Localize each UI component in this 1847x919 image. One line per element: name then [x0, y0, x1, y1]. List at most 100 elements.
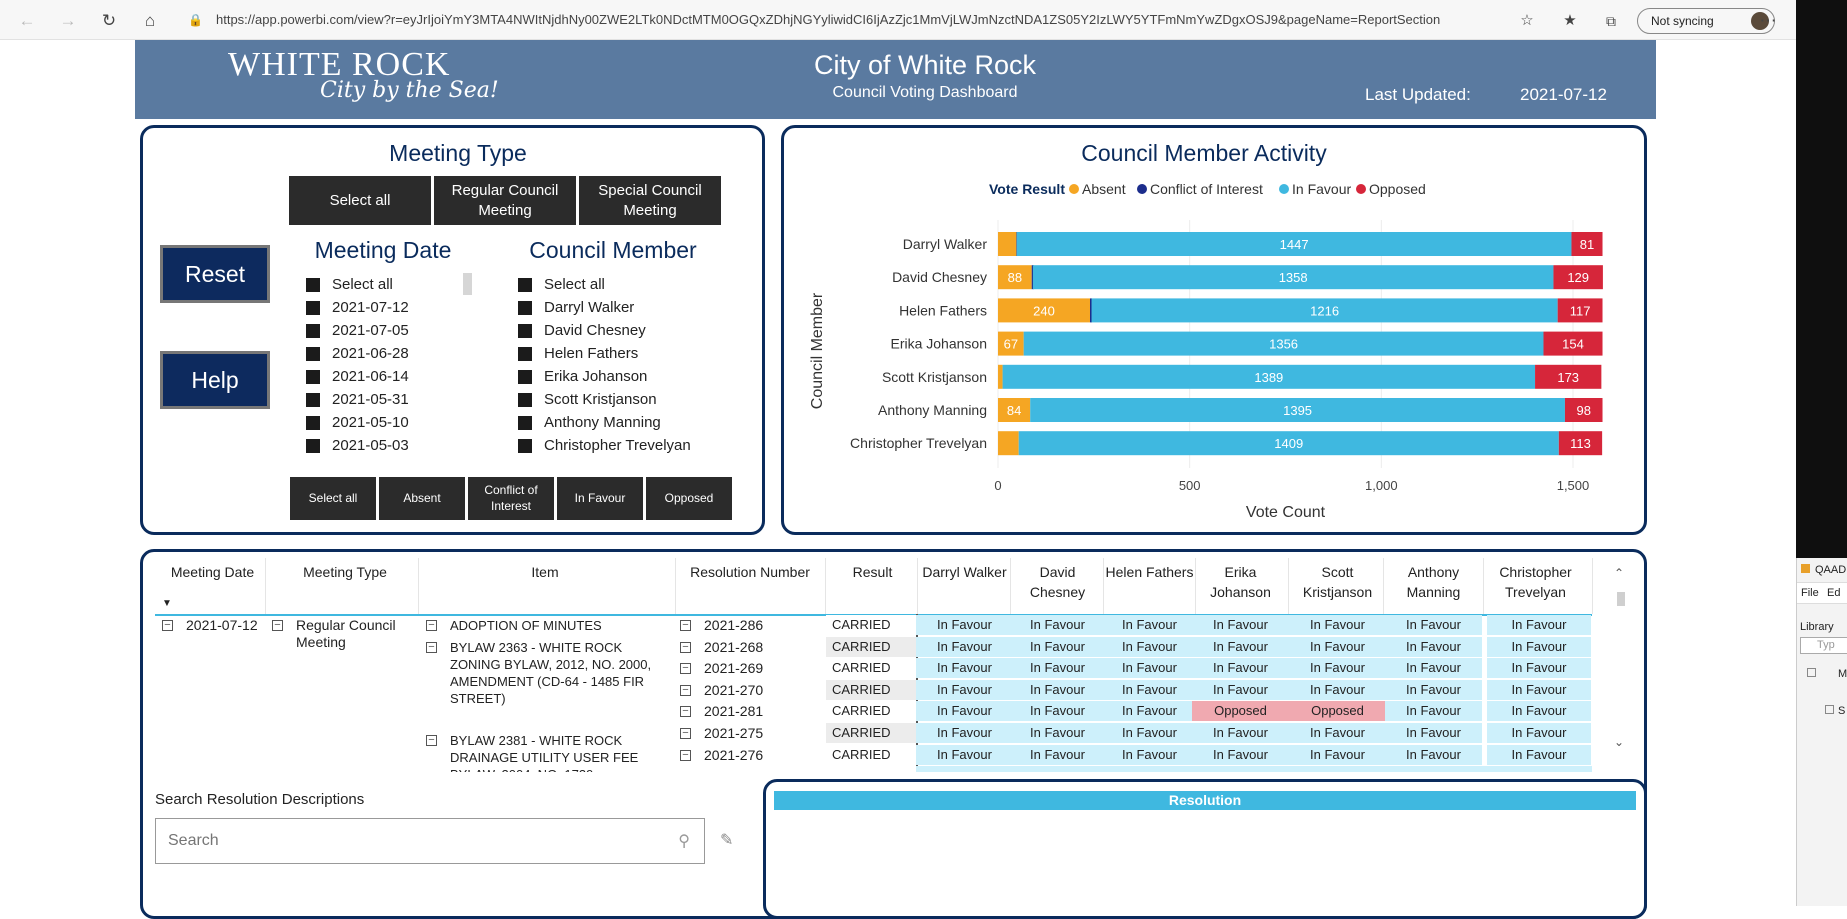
checkbox[interactable]: [518, 324, 532, 338]
vote-cell: In Favour: [916, 723, 1013, 743]
favorites-icon[interactable]: ★: [1559, 10, 1581, 32]
column-header[interactable]: Meeting Date: [155, 562, 270, 582]
tree-item[interactable]: S: [1838, 705, 1845, 717]
meeting-type-special[interactable]: Special Council Meeting: [579, 176, 721, 225]
checkbox[interactable]: [518, 439, 532, 453]
collections-icon[interactable]: ⧉: [1600, 10, 1622, 32]
meeting-date-label: 2021-06-14: [332, 368, 409, 385]
checkbox[interactable]: [306, 393, 320, 407]
eraser-icon[interactable]: ✎: [720, 830, 733, 850]
column-header[interactable]: Anthony Manning: [1389, 562, 1478, 602]
help-button[interactable]: Help: [160, 351, 270, 409]
column-header[interactable]: Christopher Trevelyan: [1491, 562, 1580, 602]
collapse-icon[interactable]: −: [426, 620, 437, 631]
vote-cell: In Favour: [1009, 723, 1106, 743]
side-app-title: QAAD: [1815, 564, 1847, 576]
table-scroll-down[interactable]: ⌄: [1614, 735, 1624, 749]
bar-segment[interactable]: [998, 431, 1019, 456]
meeting-type-select-all[interactable]: Select all: [289, 176, 431, 225]
vote-filter-in-favour[interactable]: In Favour: [557, 477, 643, 520]
collapse-icon[interactable]: −: [680, 641, 691, 653]
checkbox[interactable]: [518, 370, 532, 384]
council-member-activity-chart: Vote Result Absent Conflict of Interest In …: [809, 181, 1603, 521]
collapse-icon[interactable]: −: [680, 749, 691, 761]
checkbox[interactable]: [306, 370, 320, 384]
vote-cell: In Favour: [1385, 723, 1482, 743]
column-header[interactable]: Scott Kristjanson: [1293, 562, 1382, 602]
item-cell: BYLAW 2363 - WHITE ROCK ZONING BYLAW, 20…: [450, 640, 652, 706]
checkbox[interactable]: [306, 324, 320, 338]
checkbox[interactable]: [306, 416, 320, 430]
vote-cell: In Favour: [1009, 615, 1106, 635]
collapse-icon[interactable]: −: [680, 620, 691, 631]
meeting-date-label: 2021-07-05: [332, 322, 409, 339]
collapse-icon[interactable]: −: [272, 620, 283, 631]
collapse-icon[interactable]: −: [162, 620, 173, 631]
vote-filter-conflict[interactable]: Conflict of Interest: [468, 477, 554, 520]
column-divider: [1195, 558, 1196, 614]
column-header[interactable]: Helen Fathers: [1105, 562, 1194, 582]
collapse-icon[interactable]: −: [680, 663, 691, 675]
column-header[interactable]: David Chesney: [1013, 562, 1102, 602]
column-header[interactable]: Result: [830, 562, 915, 582]
collapse-icon[interactable]: −: [680, 706, 691, 718]
search-input[interactable]: [156, 819, 656, 863]
library-search[interactable]: Typ: [1800, 637, 1847, 654]
menu-edit[interactable]: Ed: [1827, 587, 1840, 599]
back-icon[interactable]: ←: [16, 10, 38, 32]
table-scrollbar-thumb[interactable]: [1617, 592, 1625, 606]
date-list-scrollbar[interactable]: [463, 273, 472, 295]
vote-cell: In Favour: [1385, 701, 1482, 722]
checkbox[interactable]: [518, 278, 532, 292]
legend-title: Vote Result: [989, 181, 1065, 197]
item-cell: ADOPTION OF MINUTES: [450, 618, 602, 633]
reset-button[interactable]: Reset: [160, 245, 270, 303]
search-icon[interactable]: ⚲: [678, 831, 690, 851]
bar-segment[interactable]: [998, 364, 1003, 389]
column-header[interactable]: Darryl Walker: [920, 562, 1009, 582]
vote-cell: In Favour: [1487, 723, 1591, 743]
bar-segment[interactable]: [998, 232, 1017, 256]
library-label: Library: [1800, 621, 1834, 633]
forward-icon[interactable]: →: [57, 10, 79, 32]
sort-arrow-icon[interactable]: ▼: [162, 598, 172, 609]
refresh-icon[interactable]: ↻: [98, 10, 120, 32]
table-scroll-up[interactable]: ⌃: [1614, 566, 1624, 580]
collapse-icon[interactable]: −: [426, 735, 437, 746]
vote-cell: In Favour: [1289, 679, 1386, 700]
column-header[interactable]: Meeting Type: [270, 562, 420, 582]
column-header[interactable]: Item: [420, 562, 670, 582]
checkbox[interactable]: [518, 347, 532, 361]
meeting-type-regular[interactable]: Regular Council Meeting: [434, 176, 576, 225]
vote-filter-absent[interactable]: Absent: [379, 477, 465, 520]
x-tick-label: 1,500: [1557, 478, 1590, 493]
result-cell: CARRIED: [826, 723, 918, 743]
checkbox[interactable]: [518, 301, 532, 315]
search-box: ⚲: [155, 818, 705, 864]
tree-item[interactable]: M: [1838, 668, 1847, 680]
vote-filter-select-all[interactable]: Select all: [290, 477, 376, 520]
collapse-icon[interactable]: −: [680, 684, 691, 696]
menu-file[interactable]: File: [1801, 587, 1819, 599]
home-icon[interactable]: ⌂: [139, 10, 161, 32]
checkbox[interactable]: [306, 347, 320, 361]
meeting-date-label: 2021-06-28: [332, 345, 409, 362]
checkbox[interactable]: [306, 278, 320, 292]
vote-cell: In Favour: [916, 615, 1013, 635]
collapse-icon[interactable]: −: [680, 728, 691, 739]
collapse-icon[interactable]: −: [426, 642, 437, 653]
vote-cell: In Favour: [1192, 744, 1289, 765]
checkbox[interactable]: [518, 393, 532, 407]
last-updated-value: 2021-07-12: [1520, 85, 1607, 104]
more-icon[interactable]: ⋯: [1757, 10, 1779, 32]
favorite-add-icon[interactable]: ☆: [1516, 10, 1538, 32]
column-header[interactable]: Resolution Number: [670, 562, 830, 582]
checkbox[interactable]: [306, 301, 320, 315]
checkbox[interactable]: [518, 416, 532, 430]
checkbox[interactable]: [306, 439, 320, 453]
column-header[interactable]: Erika Johanson: [1196, 562, 1285, 602]
data-label: 67: [1004, 337, 1018, 352]
sync-button[interactable]: Not syncing: [1637, 8, 1775, 34]
vote-filter-opposed[interactable]: Opposed: [646, 477, 732, 520]
address-bar[interactable]: 🔒 https://app.powerbi.com/view?r=eyJrIjo…: [180, 6, 1440, 34]
